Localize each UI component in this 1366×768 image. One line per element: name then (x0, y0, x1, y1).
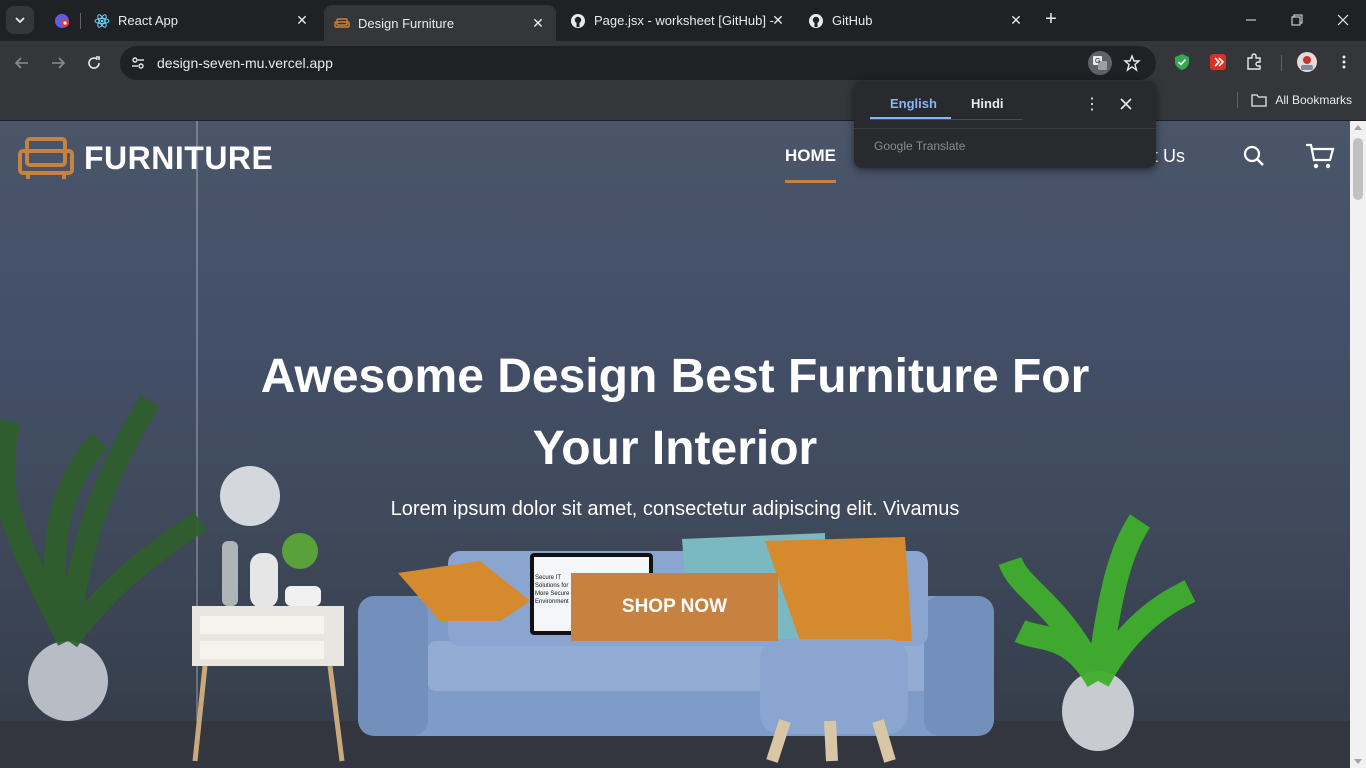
translate-divider (854, 128, 1156, 129)
bookmark-star-icon[interactable] (1120, 51, 1144, 75)
tab-separator (80, 13, 81, 29)
translate-icon[interactable]: G (1088, 51, 1112, 75)
arrow-left-icon (14, 57, 28, 69)
svg-text:Solutions for: Solutions for (535, 583, 568, 589)
close-icon[interactable]: ✕ (1008, 12, 1024, 29)
search-icon[interactable] (1242, 144, 1266, 168)
hero-title-line-2: Your Interior (532, 422, 818, 475)
github-icon (570, 13, 586, 29)
all-bookmarks-label: All Bookmarks (1275, 93, 1352, 107)
extensions-puzzle-icon[interactable] (1242, 50, 1266, 74)
scroll-down-arrow-icon[interactable] (1354, 759, 1362, 764)
tab-strip: React App ✕ Design Furniture ✕ Page.jsx … (0, 0, 1366, 41)
minimize-button[interactable] (1228, 0, 1274, 40)
translate-tab-track (870, 119, 1022, 120)
arrow-right-icon (52, 57, 66, 69)
close-icon[interactable]: ✕ (530, 15, 546, 31)
reload-button[interactable] (80, 49, 108, 77)
tab-label: React App (118, 13, 178, 28)
address-bar[interactable]: design-seven-mu.vercel.app G (120, 46, 1156, 80)
close-icon[interactable]: ✕ (770, 12, 786, 29)
tab-profile[interactable] (44, 5, 81, 36)
back-button[interactable] (8, 49, 36, 77)
translate-tab-indicator (870, 117, 951, 119)
tab-search-button[interactable] (6, 6, 34, 34)
scroll-thumb[interactable] (1353, 138, 1363, 200)
new-tab-button[interactable]: + (1040, 9, 1062, 31)
browser-toolbar: design-seven-mu.vercel.app G (0, 41, 1366, 85)
all-bookmarks-button[interactable]: All Bookmarks (1251, 93, 1352, 107)
tab-label: Page.jsx - worksheet [GitHub] - (594, 13, 774, 28)
url-text: design-seven-mu.vercel.app (157, 55, 333, 71)
translate-tab-hindi[interactable]: Hindi (971, 96, 1004, 111)
bookmarks-separator (1237, 92, 1238, 108)
page-viewport: Secure IT Solutions for More Secure Envi… (0, 121, 1350, 768)
site-info-icon[interactable] (126, 51, 150, 75)
profile-badge-icon (54, 13, 70, 29)
logo-text: FURNITURE (84, 139, 274, 176)
restore-icon (1291, 14, 1303, 26)
svg-text:More Secure: More Secure (535, 591, 570, 597)
reload-icon (88, 56, 100, 69)
tab-label: GitHub (832, 13, 873, 28)
react-icon (94, 13, 110, 29)
nav-link-home[interactable]: HOME (785, 146, 836, 166)
tab-github[interactable]: GitHub ✕ (798, 5, 1034, 36)
minimize-icon (1246, 19, 1256, 21)
restore-button[interactable] (1274, 0, 1320, 40)
shop-now-button[interactable]: SHOP NOW (571, 573, 778, 641)
browser-menu-icon[interactable] (1332, 50, 1356, 74)
tab-page-jsx[interactable]: Page.jsx - worksheet [GitHub] - ✕ (560, 5, 796, 36)
media-extension-icon[interactable] (1206, 50, 1230, 74)
more-options-icon[interactable]: ⋮ (1082, 94, 1102, 114)
sofa-icon (334, 15, 350, 31)
tab-label: Design Furniture (358, 15, 455, 31)
translate-tab-english[interactable]: English (890, 96, 937, 111)
folder-icon (1251, 94, 1267, 107)
cart-icon[interactable] (1305, 142, 1335, 170)
toolbar-divider (1281, 55, 1282, 71)
svg-text:Environment: Environment (535, 599, 569, 605)
svg-text:G: G (1095, 58, 1100, 65)
tab-react-app[interactable]: React App ✕ (84, 5, 320, 36)
hero-title-line-1: Awesome Design Best Furniture For (260, 350, 1090, 403)
forward-button[interactable] (44, 49, 72, 77)
scroll-up-arrow-icon[interactable] (1354, 125, 1362, 130)
window-close-button[interactable] (1320, 0, 1366, 40)
tab-design-furniture[interactable]: Design Furniture ✕ (324, 5, 556, 41)
shield-extension-icon[interactable] (1170, 50, 1194, 74)
nav-active-indicator (785, 180, 836, 183)
site-logo[interactable]: FURNITURE (18, 135, 273, 181)
close-icon[interactable]: ✕ (294, 12, 310, 29)
chevron-down-icon (15, 17, 25, 24)
hero-subtitle: Lorem ipsum dolor sit amet, consectetur … (390, 498, 960, 520)
translate-popup: English Hindi ⋮ Google Translate (854, 81, 1156, 168)
sofa-logo-icon (18, 137, 74, 179)
profile-avatar-icon[interactable] (1295, 50, 1319, 74)
hero-title: Awesome Design Best Furniture For Your I… (200, 341, 1150, 485)
page-scrollbar[interactable] (1350, 121, 1366, 768)
svg-text:Secure IT: Secure IT (535, 575, 561, 581)
github-icon (808, 13, 824, 29)
bookmarks-bar: All Bookmarks (0, 85, 1366, 121)
close-icon (1337, 14, 1349, 26)
close-icon[interactable] (1116, 94, 1136, 114)
google-translate-brand: Google Translate (874, 139, 966, 153)
